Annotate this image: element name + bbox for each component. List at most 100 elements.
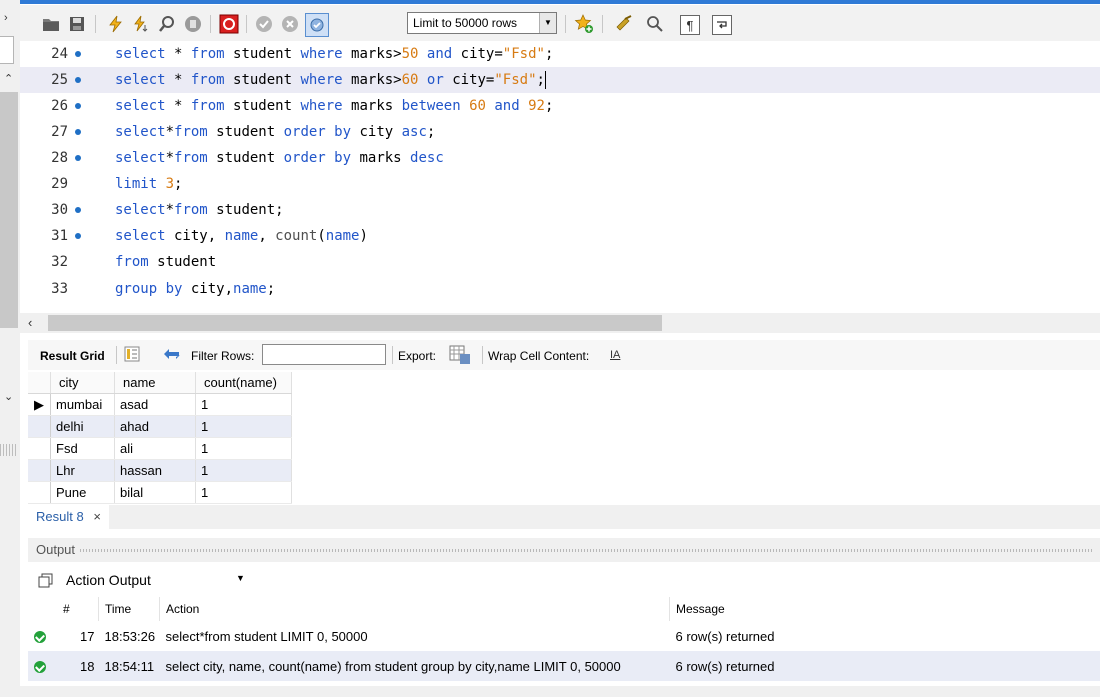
chevron-down-icon[interactable]: ⌄ — [4, 390, 13, 403]
copy-windows-icon[interactable] — [38, 573, 54, 592]
row-selector-arrow-icon[interactable]: ▶ — [28, 393, 51, 416]
top-accent-bar — [20, 0, 1100, 4]
export-label: Export: — [398, 349, 437, 363]
close-tab-icon[interactable]: × — [93, 509, 101, 524]
cell-name[interactable]: asad — [114, 393, 196, 416]
output-row[interactable]: 18 18:54:11 select city, name, count(nam… — [28, 651, 1100, 681]
refresh-arrows-icon[interactable] — [162, 345, 182, 366]
action-output-table[interactable]: # Time Action Message 17 18:53:26 select… — [28, 597, 1100, 681]
table-row[interactable]: ▶ mumbai asad 1 — [28, 393, 292, 416]
column-header-name[interactable]: name — [114, 372, 196, 394]
output-header-grip[interactable] — [80, 549, 1094, 552]
table-row[interactable]: Lhr hassan 1 — [28, 459, 292, 482]
statement-marker-icon — [75, 51, 81, 57]
word-wrap-icon[interactable] — [712, 15, 732, 35]
result-grid-tab[interactable]: Result Grid — [40, 349, 105, 363]
result-grid[interactable]: city name count(name) ▶ mumbai asad 1 de… — [28, 372, 306, 504]
code-line[interactable]: 24 select * from student where marks>50 … — [20, 41, 1100, 67]
code-line[interactable]: 31 select city, name, count(name) — [20, 223, 1100, 249]
row-selector[interactable] — [28, 415, 51, 438]
cell-city[interactable]: delhi — [50, 415, 115, 438]
splitter-grip[interactable] — [0, 444, 18, 456]
side-scrollbar[interactable] — [0, 92, 18, 328]
column-header-time[interactable]: Time — [98, 597, 160, 621]
line-number: 29 — [51, 176, 68, 192]
dropdown-arrow-icon[interactable]: ▼ — [539, 13, 556, 33]
cell-city[interactable]: Fsd — [50, 437, 115, 460]
cell-count[interactable]: 1 — [195, 459, 292, 482]
chevron-right-icon[interactable]: › — [4, 12, 8, 24]
save-icon[interactable] — [66, 13, 88, 35]
result-8-tab[interactable]: Result 8 × — [28, 505, 109, 529]
filter-rows-input[interactable] — [262, 344, 386, 365]
output-type-select[interactable]: Action Output — [66, 572, 151, 588]
beautify-broom-icon[interactable] — [614, 13, 636, 35]
status-column-header — [28, 597, 57, 621]
code-line[interactable]: 28 select*from student order by marks de… — [20, 145, 1100, 171]
cell-city[interactable]: Lhr — [50, 459, 115, 482]
scroll-left-icon[interactable]: ‹ — [28, 315, 32, 330]
row-limit-select[interactable]: Limit to 50000 rows ▼ — [407, 12, 557, 34]
cell-name[interactable]: hassan — [114, 459, 196, 482]
code-line[interactable]: 30 select*from student; — [20, 197, 1100, 223]
export-grid-icon[interactable] — [449, 345, 471, 368]
code-line[interactable]: 32 from student — [20, 249, 1100, 275]
toggle-stop-on-error-icon[interactable] — [218, 13, 240, 35]
cell-city[interactable]: mumbai — [50, 393, 115, 416]
output-row[interactable]: 17 18:53:26 select*from student LIMIT 0,… — [28, 621, 1100, 651]
result-tab-label: Result 8 — [36, 509, 84, 524]
table-row[interactable]: Fsd ali 1 — [28, 437, 292, 460]
column-header-count[interactable]: count(name) — [195, 372, 292, 394]
code-line[interactable]: 27 select*from student order by city asc… — [20, 119, 1100, 145]
form-editor-icon[interactable] — [124, 346, 140, 365]
wrap-cell-label: Wrap Cell Content: — [488, 349, 590, 363]
execute-lightning-icon[interactable] — [104, 13, 126, 35]
cell-name[interactable]: ahad — [114, 415, 196, 438]
column-header-message[interactable]: Message — [669, 597, 1100, 621]
row-selector[interactable] — [28, 481, 51, 504]
editor-horizontal-scrollbar[interactable]: ‹ — [20, 313, 1100, 333]
code-text: group by city,name; — [115, 281, 276, 297]
result-toolbar: Result Grid Filter Rows: Export: Wrap Ce… — [28, 340, 1100, 370]
cell-count[interactable]: 1 — [195, 415, 292, 438]
cell-count[interactable]: 1 — [195, 437, 292, 460]
row-selector[interactable] — [28, 459, 51, 482]
explain-magnifier-icon[interactable] — [156, 13, 178, 35]
table-row[interactable]: Pune bilal 1 — [28, 481, 292, 504]
dropdown-arrow-icon[interactable]: ▼ — [236, 573, 245, 583]
line-number: 30 — [51, 202, 68, 218]
column-header-city[interactable]: city — [50, 372, 115, 394]
wrap-cell-toggle-icon[interactable]: IA — [610, 349, 620, 361]
rollback-icon[interactable] — [279, 13, 301, 35]
scrollbar-thumb[interactable] — [48, 315, 662, 331]
add-snippet-star-icon[interactable] — [573, 13, 595, 35]
cell-city[interactable]: Pune — [50, 481, 115, 504]
statement-marker-icon — [75, 103, 81, 109]
line-number: 31 — [51, 228, 68, 244]
table-row[interactable]: delhi ahad 1 — [28, 415, 292, 438]
code-line[interactable]: 29 limit 3; — [20, 171, 1100, 197]
cell-count[interactable]: 1 — [195, 481, 292, 504]
open-folder-icon[interactable] — [40, 13, 62, 35]
statement-marker-icon — [75, 129, 81, 135]
sql-editor[interactable]: 24 select * from student where marks>50 … — [20, 41, 1100, 313]
code-text: select * from student where marks>50 and… — [115, 46, 554, 62]
cell-count[interactable]: 1 — [195, 393, 292, 416]
code-line[interactable]: 26 select * from student where marks bet… — [20, 93, 1100, 119]
execute-current-icon[interactable] — [130, 13, 152, 35]
autocommit-toggle-icon[interactable] — [305, 13, 329, 37]
invisible-characters-icon[interactable]: ¶ — [680, 15, 700, 35]
cell-name[interactable]: bilal — [114, 481, 196, 504]
chevron-up-icon[interactable]: ⌃ — [4, 72, 13, 85]
find-replace-icon[interactable] — [644, 13, 666, 35]
cell-name[interactable]: ali — [114, 437, 196, 460]
code-line[interactable]: 33 group by city,name; — [20, 276, 1100, 302]
code-line-current[interactable]: 25 select * from student where marks>60 … — [20, 67, 1100, 93]
commit-icon[interactable] — [253, 13, 275, 35]
column-header-action[interactable]: Action — [159, 597, 670, 621]
stop-icon[interactable] — [182, 13, 204, 35]
row-selector[interactable] — [28, 437, 51, 460]
filter-rows-label: Filter Rows: — [191, 349, 255, 363]
column-header-number[interactable]: # — [57, 597, 99, 621]
code-text: from student — [115, 254, 217, 270]
